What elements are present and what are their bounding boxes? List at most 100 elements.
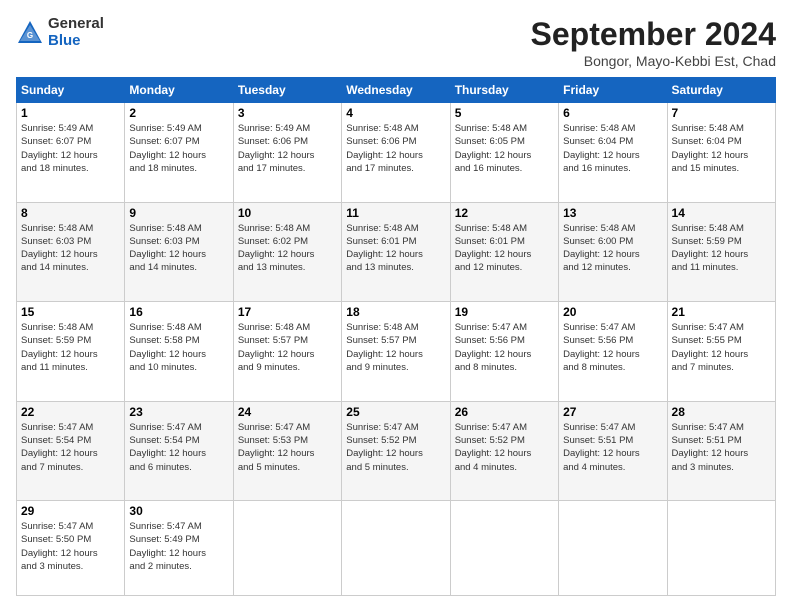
day-number: 30 — [129, 504, 228, 518]
day-number: 27 — [563, 405, 662, 419]
calendar-cell: 7Sunrise: 5:48 AM Sunset: 6:04 PM Daylig… — [667, 103, 775, 203]
day-number: 20 — [563, 305, 662, 319]
calendar-cell: 6 Sunrise: 5:48 AM Sunset: 6:04 PM Daylig… — [559, 103, 667, 203]
day-number: 2 — [129, 106, 228, 120]
day-info: Sunrise: 5:47 AM Sunset: 5:51 PM Dayligh… — [563, 421, 662, 474]
calendar-cell — [667, 501, 775, 596]
day-info: Sunrise: 5:48 AM Sunset: 6:05 PM Dayligh… — [455, 122, 554, 175]
day-info: Sunrise: 5:48 AM Sunset: 6:03 PM Dayligh… — [21, 222, 120, 275]
day-info: Sunrise: 5:47 AM Sunset: 5:52 PM Dayligh… — [346, 421, 445, 474]
calendar-cell: 11 Sunrise: 5:48 AM Sunset: 6:01 PM Dayli… — [342, 202, 450, 302]
calendar-cell: 3 Sunrise: 5:49 AM Sunset: 6:06 PM Daylig… — [233, 103, 341, 203]
day-info: Sunrise: 5:47 AM Sunset: 5:55 PM Dayligh… — [672, 321, 771, 374]
col-header-wednesday: Wednesday — [342, 78, 450, 103]
calendar-cell: 16 Sunrise: 5:48 AM Sunset: 5:58 PM Dayli… — [125, 302, 233, 402]
title-block: September 2024 Bongor, Mayo-Kebbi Est, C… — [531, 16, 776, 69]
logo: G General Blue — [16, 16, 104, 49]
day-info: Sunrise: 5:49 AM Sunset: 6:07 PM Dayligh… — [21, 122, 120, 175]
day-number: 15 — [21, 305, 120, 319]
day-number: 26 — [455, 405, 554, 419]
calendar-cell: 18 Sunrise: 5:48 AM Sunset: 5:57 PM Dayli… — [342, 302, 450, 402]
logo-blue-text: Blue — [48, 33, 104, 50]
calendar-cell: 4 Sunrise: 5:48 AM Sunset: 6:06 PM Daylig… — [342, 103, 450, 203]
day-info: Sunrise: 5:48 AM Sunset: 6:01 PM Dayligh… — [346, 222, 445, 275]
day-number: 5 — [455, 106, 554, 120]
day-info: Sunrise: 5:49 AM Sunset: 6:07 PM Dayligh… — [129, 122, 228, 175]
calendar-cell — [559, 501, 667, 596]
location: Bongor, Mayo-Kebbi Est, Chad — [531, 53, 776, 69]
logo-general-text: General — [48, 16, 104, 33]
calendar-cell: 20 Sunrise: 5:47 AM Sunset: 5:56 PM Dayli… — [559, 302, 667, 402]
day-number: 8 — [21, 206, 120, 220]
day-info: Sunrise: 5:47 AM Sunset: 5:51 PM Dayligh… — [672, 421, 771, 474]
calendar-cell: 2 Sunrise: 5:49 AM Sunset: 6:07 PM Daylig… — [125, 103, 233, 203]
day-info: Sunrise: 5:48 AM Sunset: 5:59 PM Dayligh… — [672, 222, 771, 275]
day-number: 19 — [455, 305, 554, 319]
day-info: Sunrise: 5:48 AM Sunset: 6:06 PM Dayligh… — [346, 122, 445, 175]
day-number: 13 — [563, 206, 662, 220]
day-number: 29 — [21, 504, 120, 518]
day-number: 6 — [563, 106, 662, 120]
day-number: 11 — [346, 206, 445, 220]
day-info: Sunrise: 5:47 AM Sunset: 5:54 PM Dayligh… — [21, 421, 120, 474]
svg-text:G: G — [27, 31, 33, 40]
col-header-friday: Friday — [559, 78, 667, 103]
day-info: Sunrise: 5:48 AM Sunset: 6:04 PM Dayligh… — [563, 122, 662, 175]
calendar-cell: 5 Sunrise: 5:48 AM Sunset: 6:05 PM Daylig… — [450, 103, 558, 203]
calendar-cell: 26Sunrise: 5:47 AM Sunset: 5:52 PM Dayli… — [450, 401, 558, 501]
col-header-tuesday: Tuesday — [233, 78, 341, 103]
day-number: 17 — [238, 305, 337, 319]
day-info: Sunrise: 5:47 AM Sunset: 5:53 PM Dayligh… — [238, 421, 337, 474]
calendar: SundayMondayTuesdayWednesdayThursdayFrid… — [16, 77, 776, 596]
day-info: Sunrise: 5:49 AM Sunset: 6:06 PM Dayligh… — [238, 122, 337, 175]
calendar-cell — [450, 501, 558, 596]
day-number: 28 — [672, 405, 771, 419]
day-number: 23 — [129, 405, 228, 419]
calendar-cell: 27 Sunrise: 5:47 AM Sunset: 5:51 PM Dayli… — [559, 401, 667, 501]
day-number: 12 — [455, 206, 554, 220]
calendar-cell: 22 Sunrise: 5:47 AM Sunset: 5:54 PM Dayli… — [17, 401, 125, 501]
month-title: September 2024 — [531, 16, 776, 53]
day-number: 3 — [238, 106, 337, 120]
day-info: Sunrise: 5:48 AM Sunset: 6:02 PM Dayligh… — [238, 222, 337, 275]
calendar-cell: 1Sunrise: 5:49 AM Sunset: 6:07 PM Daylig… — [17, 103, 125, 203]
day-number: 25 — [346, 405, 445, 419]
day-info: Sunrise: 5:47 AM Sunset: 5:56 PM Dayligh… — [455, 321, 554, 374]
calendar-cell — [233, 501, 341, 596]
calendar-cell: 30 Sunrise: 5:47 AM Sunset: 5:49 PM Dayli… — [125, 501, 233, 596]
calendar-cell: 17 Sunrise: 5:48 AM Sunset: 5:57 PM Dayli… — [233, 302, 341, 402]
day-number: 16 — [129, 305, 228, 319]
calendar-cell: 29 Sunrise: 5:47 AM Sunset: 5:50 PM Dayli… — [17, 501, 125, 596]
day-number: 22 — [21, 405, 120, 419]
calendar-cell: 19 Sunrise: 5:47 AM Sunset: 5:56 PM Dayli… — [450, 302, 558, 402]
calendar-cell: 21 Sunrise: 5:47 AM Sunset: 5:55 PM Dayli… — [667, 302, 775, 402]
day-info: Sunrise: 5:48 AM Sunset: 5:58 PM Dayligh… — [129, 321, 228, 374]
calendar-cell: 13Sunrise: 5:48 AM Sunset: 6:00 PM Dayli… — [559, 202, 667, 302]
day-info: Sunrise: 5:47 AM Sunset: 5:49 PM Dayligh… — [129, 520, 228, 573]
calendar-cell: 15 Sunrise: 5:48 AM Sunset: 5:59 PM Dayli… — [17, 302, 125, 402]
day-number: 21 — [672, 305, 771, 319]
logo-icon: G — [16, 19, 44, 47]
day-info: Sunrise: 5:47 AM Sunset: 5:54 PM Dayligh… — [129, 421, 228, 474]
day-info: Sunrise: 5:47 AM Sunset: 5:56 PM Dayligh… — [563, 321, 662, 374]
day-number: 10 — [238, 206, 337, 220]
calendar-cell — [342, 501, 450, 596]
calendar-cell: 14 Sunrise: 5:48 AM Sunset: 5:59 PM Dayli… — [667, 202, 775, 302]
day-number: 18 — [346, 305, 445, 319]
calendar-cell: 25 Sunrise: 5:47 AM Sunset: 5:52 PM Dayli… — [342, 401, 450, 501]
day-info: Sunrise: 5:48 AM Sunset: 6:03 PM Dayligh… — [129, 222, 228, 275]
calendar-cell: 12Sunrise: 5:48 AM Sunset: 6:01 PM Dayli… — [450, 202, 558, 302]
day-info: Sunrise: 5:48 AM Sunset: 5:57 PM Dayligh… — [238, 321, 337, 374]
day-info: Sunrise: 5:48 AM Sunset: 5:57 PM Dayligh… — [346, 321, 445, 374]
day-info: Sunrise: 5:47 AM Sunset: 5:50 PM Dayligh… — [21, 520, 120, 573]
calendar-cell: 8 Sunrise: 5:48 AM Sunset: 6:03 PM Daylig… — [17, 202, 125, 302]
calendar-cell: 23 Sunrise: 5:47 AM Sunset: 5:54 PM Dayli… — [125, 401, 233, 501]
calendar-cell: 24Sunrise: 5:47 AM Sunset: 5:53 PM Dayli… — [233, 401, 341, 501]
calendar-cell: 9Sunrise: 5:48 AM Sunset: 6:03 PM Daylig… — [125, 202, 233, 302]
col-header-saturday: Saturday — [667, 78, 775, 103]
day-number: 14 — [672, 206, 771, 220]
day-number: 4 — [346, 106, 445, 120]
day-info: Sunrise: 5:48 AM Sunset: 5:59 PM Dayligh… — [21, 321, 120, 374]
calendar-cell: 10 Sunrise: 5:48 AM Sunset: 6:02 PM Dayli… — [233, 202, 341, 302]
calendar-cell: 28 Sunrise: 5:47 AM Sunset: 5:51 PM Dayli… — [667, 401, 775, 501]
